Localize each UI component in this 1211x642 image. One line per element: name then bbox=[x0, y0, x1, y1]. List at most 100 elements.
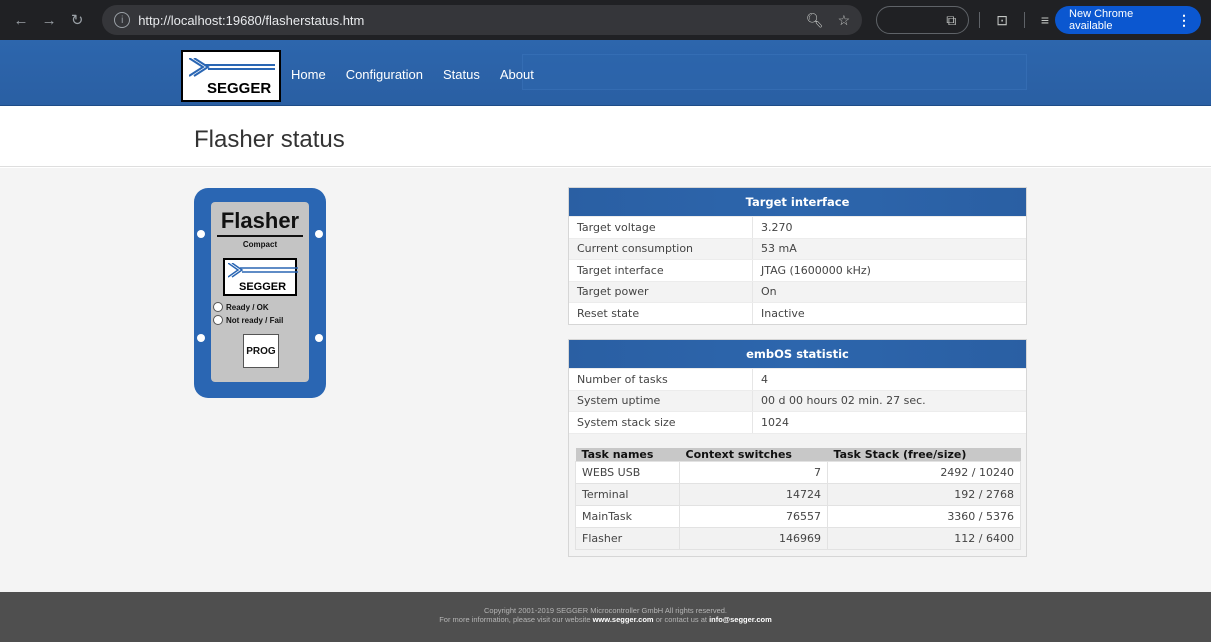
kv-row: Target interface JTAG (1600000 kHz) bbox=[569, 259, 1026, 281]
device-segger-logo: SEGGER bbox=[223, 258, 298, 296]
nav-configuration[interactable]: Configuration bbox=[346, 67, 423, 82]
kv-row: Current consumption 53 mA bbox=[569, 237, 1026, 259]
task-stack: 192 / 2768 bbox=[827, 483, 1021, 506]
nav-home[interactable]: Home bbox=[291, 67, 326, 82]
kv-value: 00 d 00 hours 02 min. 27 sec. bbox=[752, 390, 926, 411]
led-ready-label: Ready / OK bbox=[226, 302, 269, 312]
kv-key: Number of tasks bbox=[577, 372, 668, 386]
update-label: New Chrome available bbox=[1069, 8, 1134, 32]
task-name: Flasher bbox=[575, 527, 680, 550]
kv-value: 3.270 bbox=[752, 217, 793, 238]
main-content: Flasher Compact SEGGER Ready / OK Not re… bbox=[0, 168, 1211, 592]
table-row: MainTask 76557 3360 / 5376 bbox=[575, 505, 1021, 528]
flasher-device-image: Flasher Compact SEGGER Ready / OK Not re… bbox=[194, 188, 326, 398]
segger-logo[interactable]: SEGGER bbox=[181, 50, 281, 102]
main-nav: Home Configuration Status About bbox=[291, 67, 554, 82]
led-fail-label: Not ready / Fail bbox=[226, 315, 284, 325]
address-url: http://localhost:19680/flasherstatus.htm bbox=[138, 12, 365, 28]
nav-about[interactable]: About bbox=[500, 67, 534, 82]
task-switches: 76557 bbox=[679, 505, 828, 528]
kv-row: Reset state Inactive bbox=[569, 302, 1026, 324]
header-strip bbox=[522, 54, 1027, 90]
task-switches: 146969 bbox=[679, 527, 828, 550]
kv-row: System uptime 00 d 00 hours 02 min. 27 s… bbox=[569, 389, 1026, 411]
led-not-ready: Not ready / Fail bbox=[213, 315, 283, 325]
title-band bbox=[0, 106, 1211, 167]
embos-statistic-table: embOS statistic Number of tasks 4 System… bbox=[568, 339, 1027, 557]
kv-value: 53 mA bbox=[752, 238, 797, 259]
footer-contact-mid: or contact us at bbox=[655, 615, 707, 624]
footer-copyright: Copyright 2001-2019 SEGGER Microcontroll… bbox=[483, 606, 727, 615]
kv-row: Target voltage 3.270 bbox=[569, 216, 1026, 238]
table-row: Flasher 146969 112 / 6400 bbox=[575, 527, 1021, 550]
footer-contact-pre: For more information, please visit our w… bbox=[439, 615, 591, 624]
kv-row: Number of tasks 4 bbox=[569, 368, 1026, 390]
zoom-icon[interactable]: 🔍︎ bbox=[806, 12, 824, 29]
kv-key: System uptime bbox=[577, 394, 661, 408]
extension-pill[interactable]: ⧉ bbox=[876, 6, 970, 34]
forward-icon[interactable]: → bbox=[38, 8, 60, 32]
site-info-icon[interactable]: i bbox=[114, 12, 131, 28]
device-logo-wordmark: SEGGER bbox=[239, 281, 287, 293]
reload-icon[interactable]: ↻ bbox=[66, 8, 88, 32]
chrome-update-button[interactable]: New Chrome available ⋮ bbox=[1055, 6, 1201, 34]
footer-contact: For more information, please visit our w… bbox=[0, 615, 1211, 624]
embos-rows: Number of tasks 4 System uptime 00 d 00 … bbox=[569, 368, 1026, 433]
target-interface-table: Target interface Target voltage 3.270 Cu… bbox=[568, 187, 1027, 325]
col-task-names: Task names bbox=[575, 447, 680, 462]
menu-lines-icon[interactable]: ≡ bbox=[1041, 12, 1049, 28]
table-row: Terminal 14724 192 / 2768 bbox=[575, 483, 1021, 506]
kv-value: 1024 bbox=[752, 412, 789, 433]
kv-value: Inactive bbox=[752, 303, 805, 324]
device-title: Flasher bbox=[220, 208, 300, 233]
task-switches: 7 bbox=[679, 461, 828, 484]
task-name: WEBS USB bbox=[575, 461, 680, 484]
back-icon[interactable]: ← bbox=[10, 8, 32, 32]
site-footer: Copyright 2001-2019 SEGGER Microcontroll… bbox=[0, 592, 1211, 642]
toolbar-divider bbox=[979, 12, 981, 28]
kv-value: On bbox=[752, 281, 777, 302]
table-row: WEBS USB 7 2492 / 10240 bbox=[575, 461, 1021, 484]
footer-email-link[interactable]: info@segger.com bbox=[709, 615, 772, 624]
device-panel: Flasher Compact SEGGER Ready / OK Not re… bbox=[211, 202, 309, 382]
logo-wordmark: SEGGER bbox=[207, 80, 272, 97]
mount-hole bbox=[315, 230, 323, 238]
kv-value: 4 bbox=[752, 369, 768, 390]
browser-toolbar: ← → ↻ i http://localhost:19680/flasherst… bbox=[0, 0, 1211, 40]
toolbar-divider bbox=[1023, 12, 1025, 28]
led-ready: Ready / OK bbox=[213, 302, 269, 312]
kv-key: Target power bbox=[577, 285, 649, 299]
task-switches: 14724 bbox=[679, 483, 828, 506]
more-vert-icon: ⋮ bbox=[1177, 11, 1191, 28]
kv-row: Target power On bbox=[569, 280, 1026, 302]
kv-key: System stack size bbox=[577, 415, 676, 429]
kv-row: System stack size 1024 bbox=[569, 411, 1026, 433]
task-table: Task names Context switches Task Stack (… bbox=[575, 447, 1021, 550]
segger-chevron-icon bbox=[228, 263, 298, 278]
reading-list-icon[interactable]: ⊡ bbox=[996, 12, 1008, 29]
target-interface-rows: Target voltage 3.270 Current consumption… bbox=[569, 216, 1026, 324]
task-name: Terminal bbox=[575, 483, 680, 506]
led-fail-indicator bbox=[213, 315, 223, 325]
mount-hole bbox=[315, 334, 323, 342]
kv-value: JTAG (1600000 kHz) bbox=[752, 260, 871, 281]
prog-button: PROG bbox=[243, 334, 279, 368]
mount-hole bbox=[197, 230, 205, 238]
led-ready-indicator bbox=[213, 302, 223, 312]
mount-hole bbox=[197, 334, 205, 342]
kv-key: Reset state bbox=[577, 306, 640, 320]
col-task-stack: Task Stack (free/size) bbox=[827, 447, 1021, 462]
task-name: MainTask bbox=[575, 505, 680, 528]
kv-key: Current consumption bbox=[577, 242, 694, 256]
address-bar[interactable]: i http://localhost:19680/flasherstatus.h… bbox=[102, 5, 863, 35]
kv-key: Target voltage bbox=[577, 220, 656, 234]
task-stack: 3360 / 5376 bbox=[827, 505, 1021, 528]
nav-status[interactable]: Status bbox=[443, 67, 480, 82]
site-header: SEGGER Home Configuration Status About bbox=[0, 40, 1211, 106]
bookmark-star-icon[interactable]: ☆ bbox=[838, 12, 851, 29]
task-stack: 2492 / 10240 bbox=[827, 461, 1021, 484]
footer-website-link[interactable]: www.segger.com bbox=[593, 615, 654, 624]
device-title-underline bbox=[217, 235, 303, 237]
device-subtitle: Compact bbox=[242, 240, 278, 249]
task-table-header: Task names Context switches Task Stack (… bbox=[575, 447, 1021, 462]
